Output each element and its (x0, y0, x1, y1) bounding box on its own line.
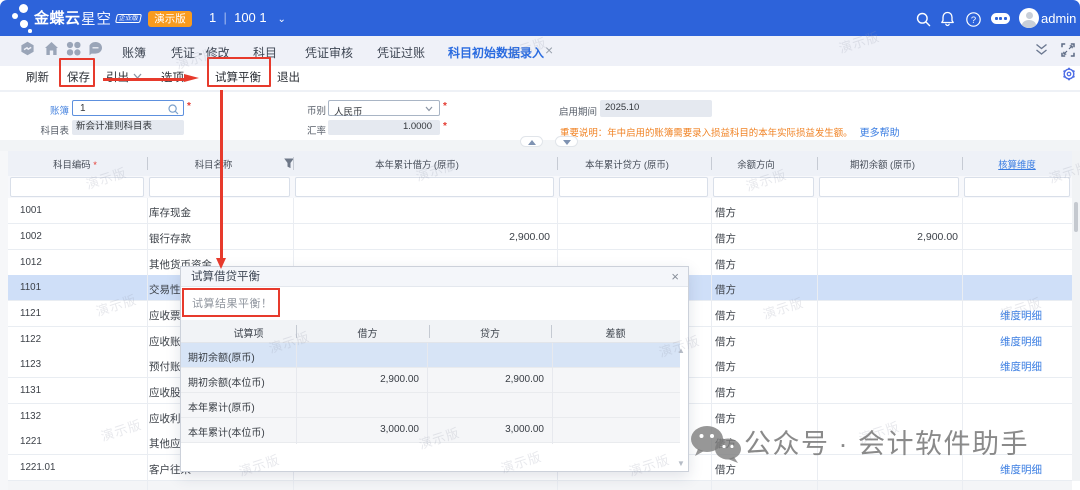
svg-text:?: ? (971, 15, 976, 26)
